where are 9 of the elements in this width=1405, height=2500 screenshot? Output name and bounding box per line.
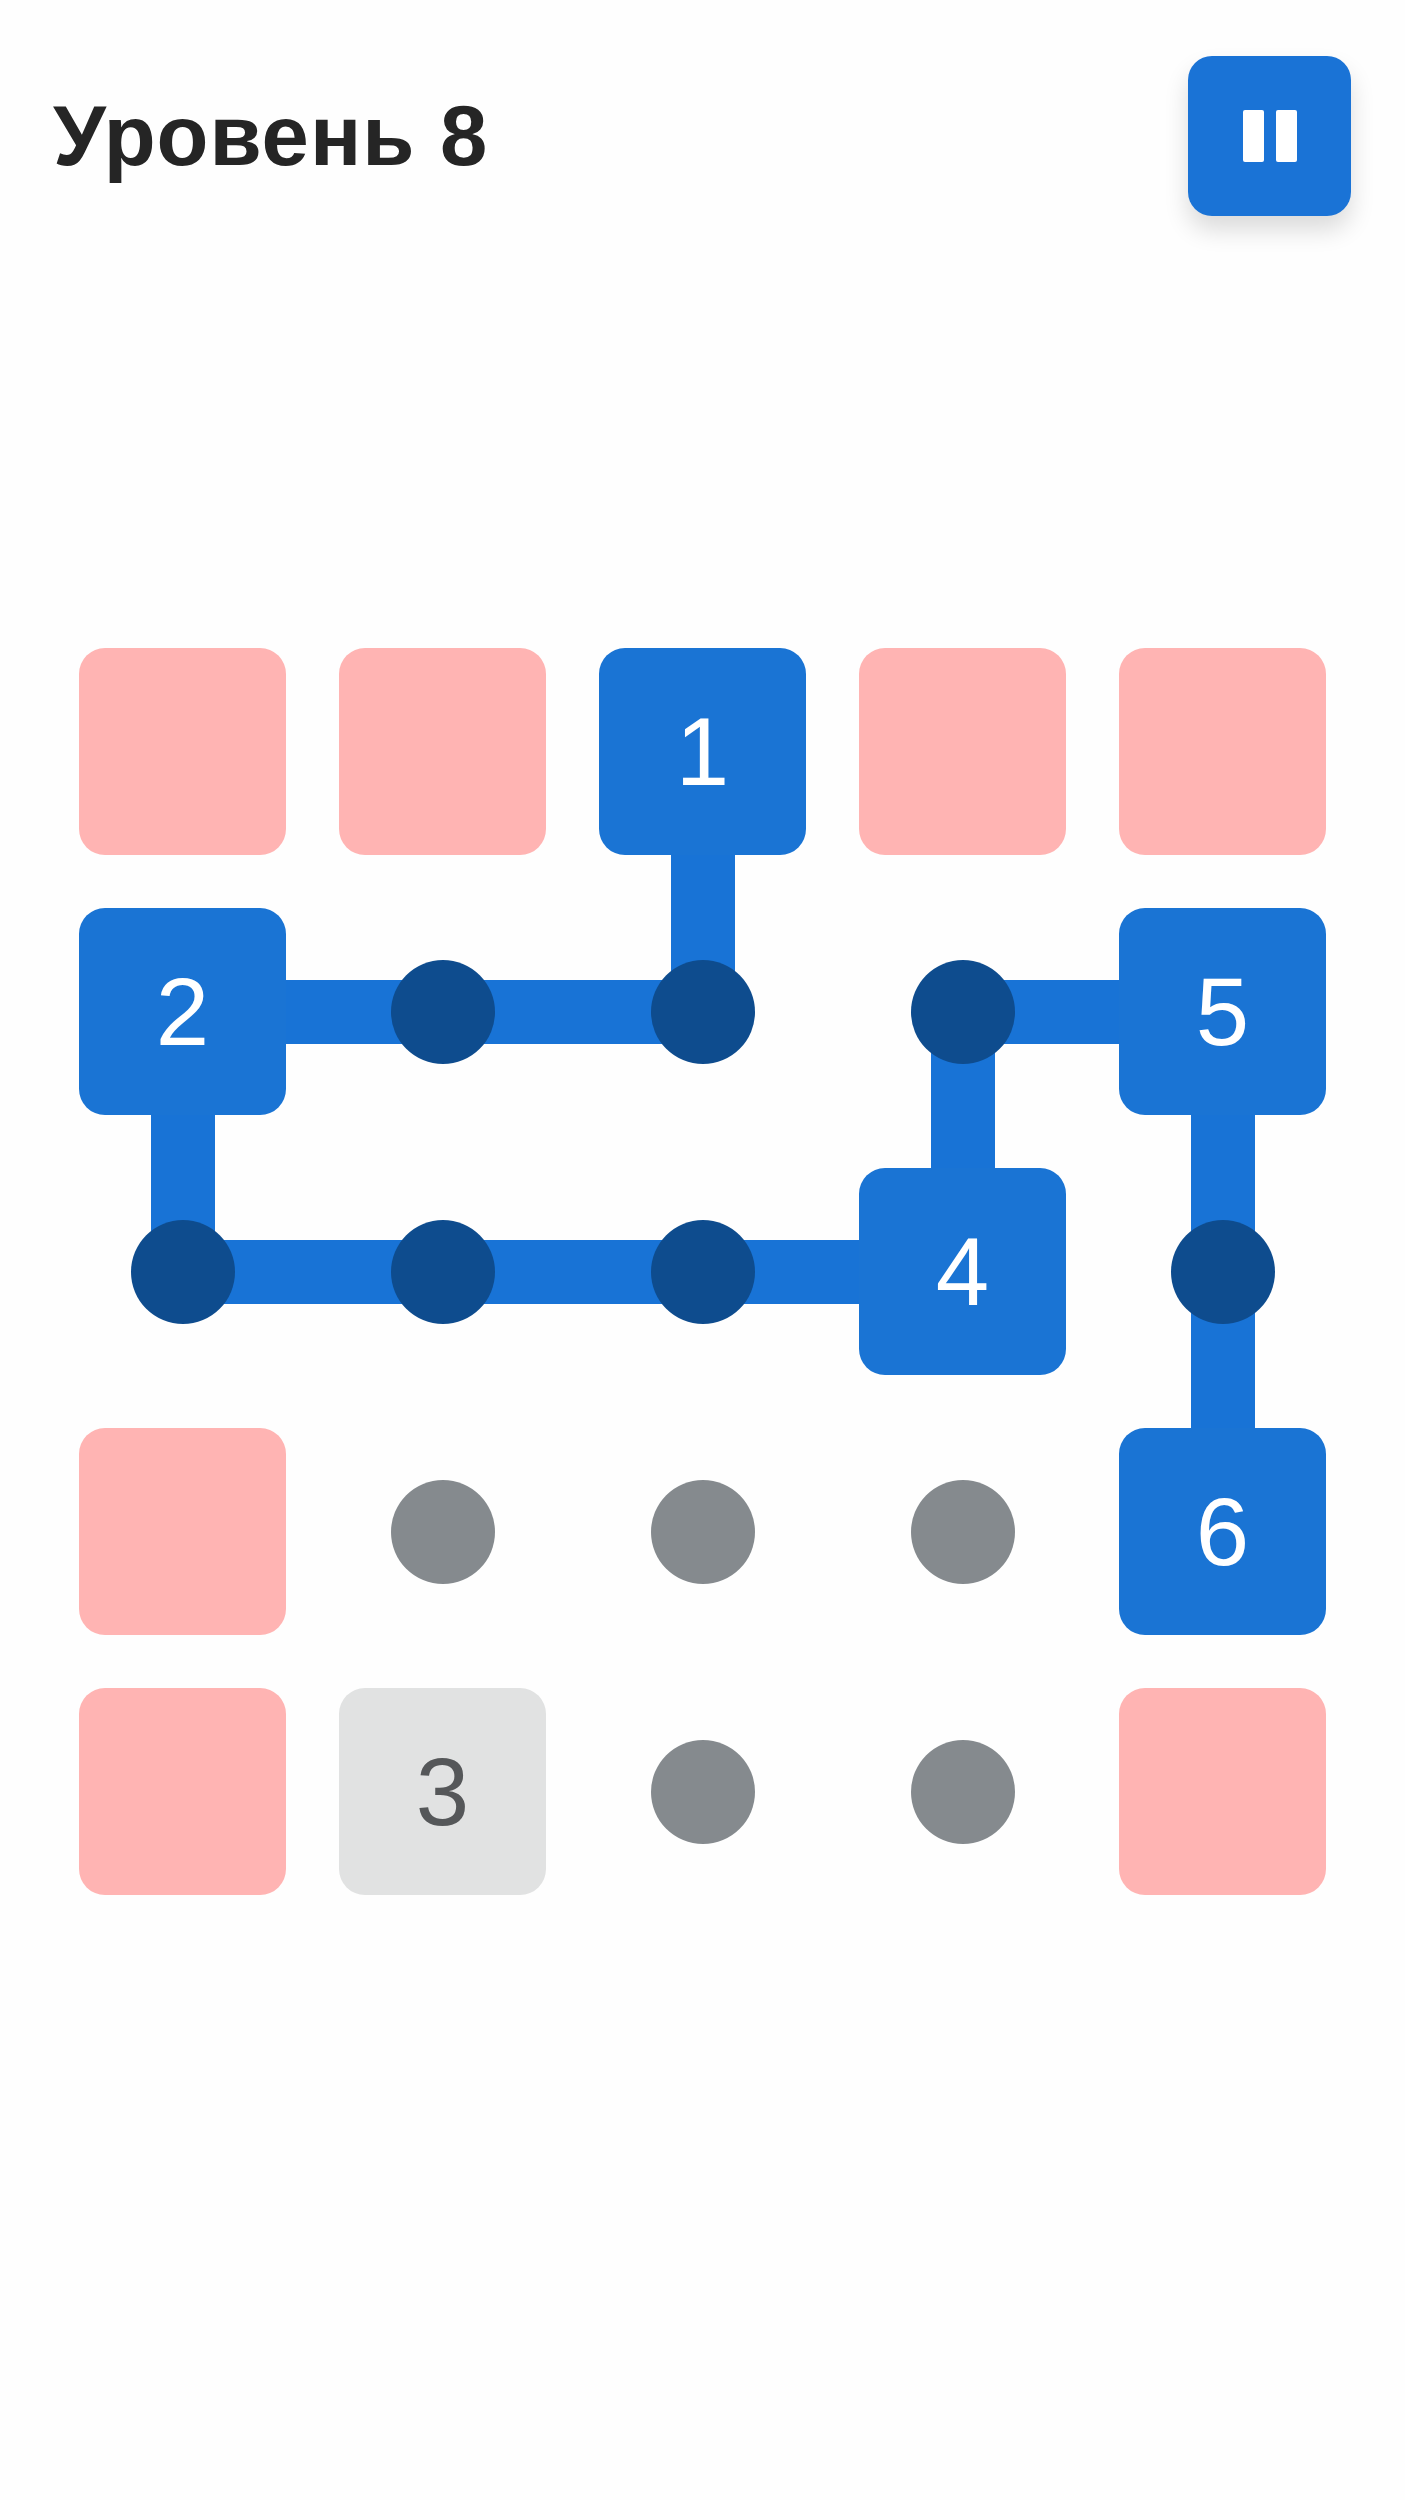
number-tile[interactable]: 1 [599,648,806,855]
number-tile[interactable]: 2 [79,908,286,1115]
number-tile[interactable]: 6 [1119,1428,1326,1635]
level-title: Уровень 8 [53,87,489,185]
number-tile[interactable]: 5 [1119,908,1326,1115]
number-tile[interactable]: 4 [859,1168,1066,1375]
pause-button[interactable] [1188,56,1351,216]
number-tile[interactable]: 3 [339,1688,546,1895]
pause-icon [1242,110,1297,162]
